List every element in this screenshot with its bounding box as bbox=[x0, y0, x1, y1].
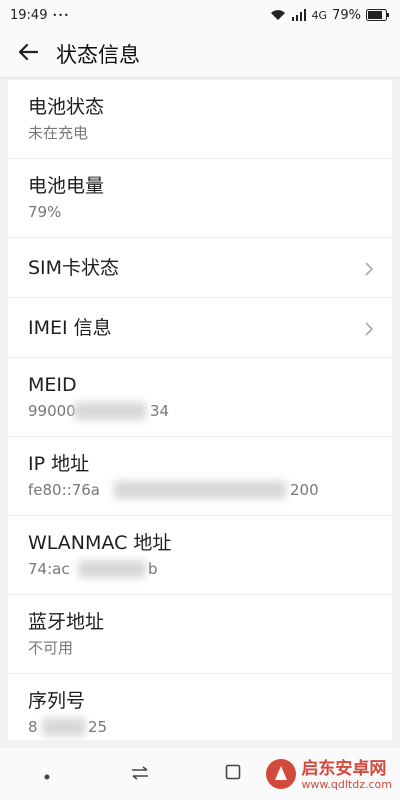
redaction-blur bbox=[74, 402, 146, 420]
wlan-mac-row: WLANMAC 地址 74:ac b bbox=[8, 516, 392, 595]
row-title: WLANMAC 地址 bbox=[28, 532, 172, 554]
value-end: 200 bbox=[290, 481, 319, 499]
ip-address-row: IP 地址 fe80::76a 200 bbox=[8, 437, 392, 516]
value-start: 99000 bbox=[28, 402, 76, 420]
row-value: 74:ac b bbox=[28, 559, 158, 579]
swap-icon bbox=[131, 765, 149, 784]
status-right: 4G 79% bbox=[270, 8, 390, 23]
row-value: 未在充电 bbox=[28, 124, 89, 142]
row-title: 序列号 bbox=[28, 690, 86, 712]
row-value: 79% bbox=[28, 203, 62, 221]
value-start: fe80::76a bbox=[28, 481, 100, 499]
nav-swap-button[interactable] bbox=[120, 754, 160, 794]
value-end: b bbox=[148, 560, 158, 578]
battery-status-row: 电池状态 未在充电 bbox=[8, 80, 392, 159]
nav-recents-button[interactable] bbox=[213, 754, 253, 794]
serial-number-row: 序列号 8 25 bbox=[8, 674, 392, 740]
chevron-right-icon bbox=[364, 321, 374, 340]
watermark-logo-icon bbox=[265, 758, 297, 794]
chevron-right-icon bbox=[364, 261, 374, 280]
row-title: IP 地址 bbox=[28, 453, 90, 475]
row-title: SIM卡状态 bbox=[28, 256, 120, 279]
imei-info-row[interactable]: IMEI 信息 bbox=[8, 298, 392, 358]
watermark-name: 启东安卓网 bbox=[301, 759, 387, 780]
redaction-blur bbox=[42, 718, 86, 736]
watermark-url: www.qdltdz.com bbox=[301, 778, 392, 792]
value-end: 25 bbox=[88, 718, 108, 736]
bluetooth-address-row: 蓝牙地址 不可用 bbox=[8, 595, 392, 674]
row-title: 蓝牙地址 bbox=[28, 611, 105, 633]
row-title: 电池电量 bbox=[28, 175, 105, 197]
redaction-blur bbox=[78, 560, 146, 578]
value-start: 8 bbox=[28, 718, 38, 736]
value-start: 74:ac bbox=[28, 560, 70, 578]
watermark: 启东安卓网 www.qdltdz.com bbox=[265, 758, 392, 794]
app-bar: 状态信息 bbox=[0, 30, 400, 78]
status-more: ••• bbox=[52, 10, 70, 20]
row-value: 8 25 bbox=[28, 717, 118, 737]
status-time: 19:49 bbox=[10, 7, 48, 23]
battery-percent: 79% bbox=[332, 7, 361, 23]
page-title: 状态信息 bbox=[56, 42, 140, 67]
row-value: fe80::76a 200 bbox=[28, 480, 328, 500]
sim-status-row[interactable]: SIM卡状态 bbox=[8, 238, 392, 298]
status-bar: 19:49 ••• 4G 79% bbox=[0, 0, 400, 30]
nav-dot-button[interactable] bbox=[27, 754, 67, 794]
dot-icon bbox=[44, 765, 50, 784]
status-info-list: 电池状态 未在充电 电池电量 79% SIM卡状态 IMEI 信息 MEID 9… bbox=[8, 80, 392, 740]
row-title: MEID bbox=[28, 374, 77, 396]
recents-icon bbox=[225, 764, 241, 784]
redaction-blur bbox=[114, 481, 286, 499]
back-button[interactable] bbox=[14, 40, 42, 68]
watermark-text: 启东安卓网 www.qdltdz.com bbox=[301, 759, 392, 792]
row-value: 99000 34 bbox=[28, 401, 170, 421]
signal-icon bbox=[291, 9, 307, 21]
row-title: IMEI 信息 bbox=[28, 316, 112, 339]
network-type: 4G bbox=[311, 8, 328, 22]
row-value: 不可用 bbox=[28, 639, 74, 657]
battery-icon bbox=[366, 9, 390, 21]
row-title: 电池状态 bbox=[28, 96, 105, 118]
meid-row: MEID 99000 34 bbox=[8, 358, 392, 437]
value-end: 34 bbox=[150, 402, 170, 420]
status-left: 19:49 ••• bbox=[10, 8, 70, 23]
back-arrow-icon bbox=[18, 43, 39, 65]
battery-level-row: 电池电量 79% bbox=[8, 159, 392, 238]
wifi-icon bbox=[270, 9, 286, 21]
